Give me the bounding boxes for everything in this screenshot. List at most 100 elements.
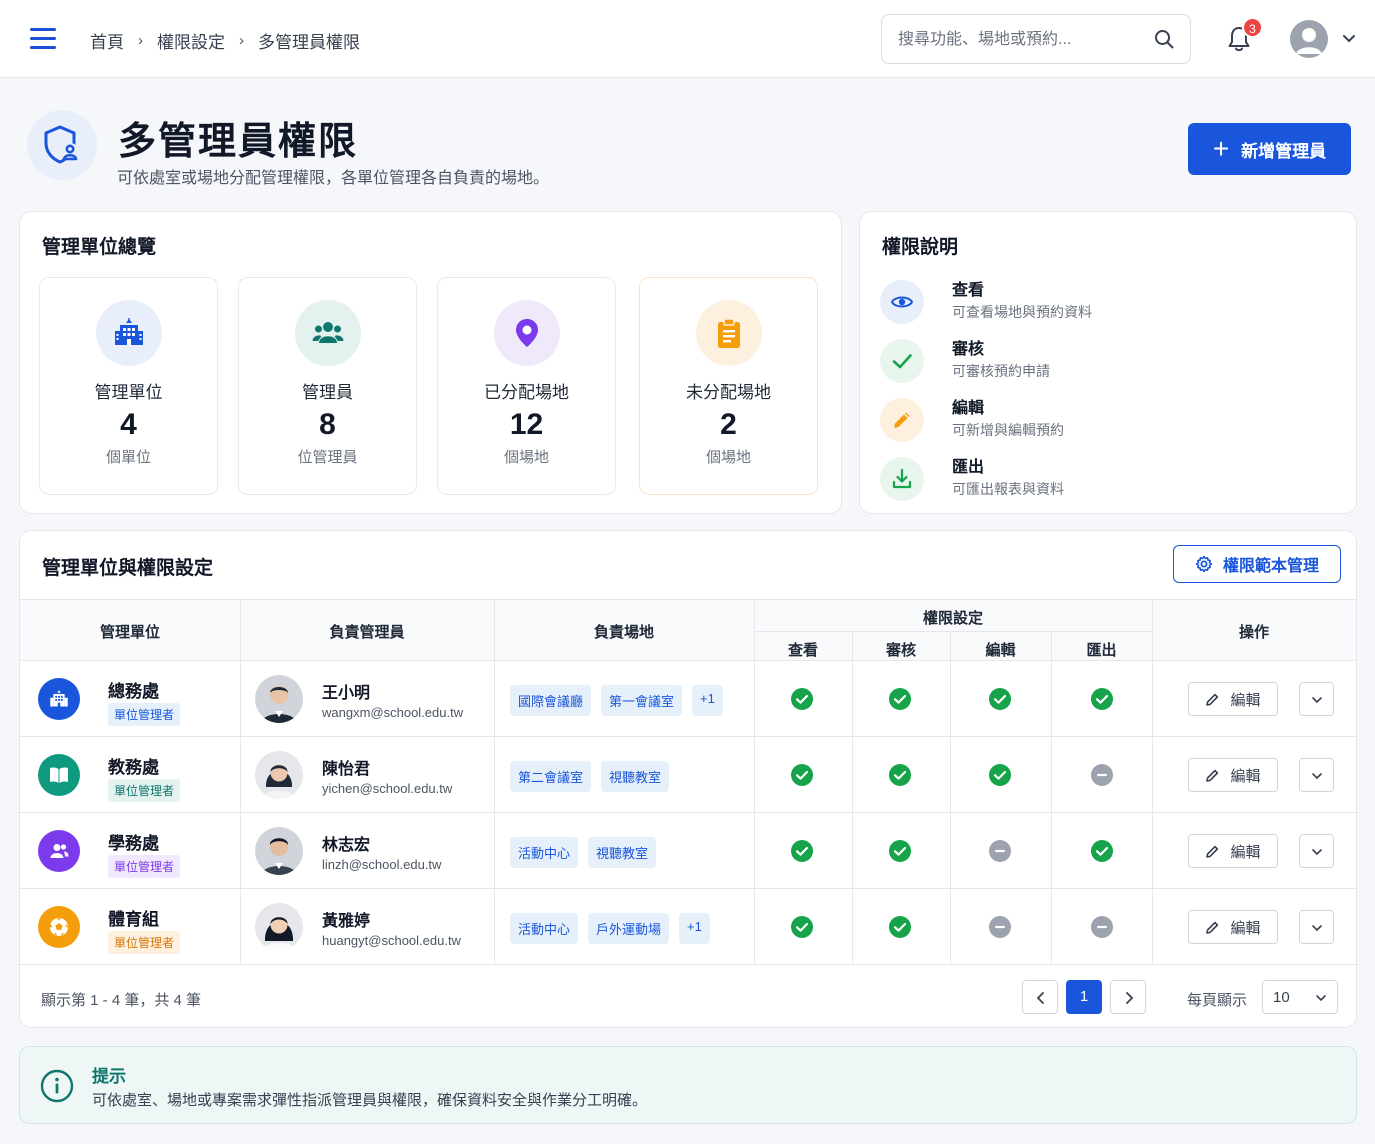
- row-dropdown-button[interactable]: [1299, 758, 1334, 792]
- check-circle-icon[interactable]: [1091, 688, 1113, 710]
- row-dropdown-button[interactable]: [1299, 834, 1334, 868]
- venue-chip[interactable]: 第二會議室: [510, 761, 592, 792]
- pencil-icon: [1206, 845, 1219, 858]
- breadcrumb-home[interactable]: 首頁: [90, 28, 124, 53]
- permission-view: 查看 可查看場地與預約資料: [880, 274, 1340, 330]
- check-circle-icon[interactable]: [791, 840, 813, 862]
- building-icon: [96, 300, 162, 366]
- unit-name: 教務處: [108, 758, 159, 777]
- top-bar: 首頁 › 權限設定 › 多管理員權限 3: [0, 0, 1375, 78]
- breadcrumb-current: 多管理員權限: [258, 33, 360, 52]
- check-circle-icon[interactable]: [791, 688, 813, 710]
- add-admin-button[interactable]: + 新增管理員: [1188, 123, 1351, 175]
- chevron-down-icon: [1312, 849, 1322, 856]
- breadcrumb-permission-settings[interactable]: 權限設定: [157, 28, 225, 53]
- gear-icon: [1195, 555, 1213, 573]
- chevron-left-icon: [1036, 992, 1044, 1004]
- stat-unit: 個場地: [503, 449, 549, 466]
- minus-circle-icon[interactable]: [989, 840, 1011, 862]
- per-page-label: 每頁顯示: [1187, 992, 1248, 1009]
- permission-name: 匯出: [952, 459, 985, 476]
- table-row: 教務處 單位管理者 陳怡君 yichen@school.edu.tw 第二會議室…: [20, 737, 1356, 813]
- th-actions: 操作: [1238, 624, 1269, 641]
- table-header: 管理單位 負責管理員 負責場地 權限設定 查看 審核 編輯 匯出 操作: [20, 599, 1356, 661]
- user-menu[interactable]: [1290, 20, 1360, 58]
- add-admin-label: 新增管理員: [1241, 141, 1327, 161]
- table-row: 體育組 單位管理者 黃雅婷 huangyt@school.edu.tw 活動中心…: [20, 889, 1356, 965]
- unit-name: 學務處: [108, 834, 159, 853]
- th-view: 查看: [787, 642, 818, 659]
- check-circle-icon[interactable]: [889, 688, 911, 710]
- venue-chip[interactable]: 第一會議室: [601, 685, 683, 716]
- manager-email: yichen@school.edu.tw: [322, 781, 453, 796]
- check-circle-icon[interactable]: [791, 916, 813, 938]
- search-icon[interactable]: [1154, 29, 1174, 49]
- row-dropdown-button[interactable]: [1299, 682, 1334, 716]
- stat-value: 8: [319, 408, 336, 441]
- edit-button[interactable]: 編輯: [1188, 758, 1278, 792]
- notification-badge: 3: [1242, 17, 1263, 38]
- per-page-select[interactable]: 10: [1262, 980, 1338, 1014]
- permission-name: 審核: [952, 341, 985, 358]
- prev-page-button[interactable]: [1022, 980, 1058, 1014]
- per-page-value: 10: [1273, 989, 1290, 1006]
- edit-button[interactable]: 編輯: [1188, 910, 1278, 944]
- venue-chip[interactable]: 視聽教室: [601, 761, 670, 792]
- row-dropdown-button[interactable]: [1299, 910, 1334, 944]
- venue-chip[interactable]: 視聽教室: [588, 837, 657, 868]
- venue-more-chip[interactable]: +1: [679, 913, 710, 944]
- unit-name: 體育組: [108, 910, 159, 929]
- th-edit: 編輯: [985, 642, 1016, 659]
- minus-circle-icon[interactable]: [989, 916, 1011, 938]
- search-input[interactable]: [898, 27, 1148, 53]
- stat-value: 4: [120, 408, 137, 441]
- stat-unit: 個場地: [705, 449, 751, 466]
- stat-units: 管理單位 4 個單位: [39, 277, 218, 495]
- edit-button[interactable]: 編輯: [1188, 834, 1278, 868]
- minus-circle-icon[interactable]: [1091, 916, 1113, 938]
- tip-title: 提示: [92, 1067, 126, 1086]
- th-venues: 負責場地: [593, 624, 654, 641]
- venue-chip[interactable]: 活動中心: [510, 837, 579, 868]
- permission-desc: 可審核預約申請: [952, 363, 1050, 379]
- edit-label: 編輯: [1230, 843, 1261, 861]
- venue-chip[interactable]: 國際會議廳: [510, 685, 592, 716]
- venue-chip[interactable]: 活動中心: [510, 913, 579, 944]
- stat-label: 管理員: [302, 383, 353, 402]
- pagination-info: 顯示第 1 - 4 筆，共 4 筆: [41, 992, 202, 1009]
- venue-more-chip[interactable]: +1: [692, 685, 723, 716]
- stat-unit: 個單位: [105, 449, 151, 466]
- permission-legend-title: 權限說明: [882, 237, 959, 258]
- table-row: 學務處 單位管理者 林志宏 linzh@school.edu.tw 活動中心 視…: [20, 813, 1356, 889]
- page-1-button[interactable]: 1: [1066, 980, 1102, 1014]
- header-divider: [754, 631, 1152, 632]
- menu-icon[interactable]: [30, 28, 56, 50]
- check-circle-icon[interactable]: [889, 840, 911, 862]
- permission-template-button[interactable]: 權限範本管理: [1173, 545, 1341, 583]
- pencil-icon: [1206, 693, 1219, 706]
- stat-label: 已分配場地: [484, 383, 569, 402]
- role-badge: 單位管理者: [108, 931, 181, 954]
- permission-name: 查看: [952, 282, 985, 299]
- next-page-button[interactable]: [1110, 980, 1146, 1014]
- edit-button[interactable]: 編輯: [1188, 682, 1278, 716]
- unit-name: 總務處: [108, 682, 159, 701]
- manager-name: 陳怡君: [322, 761, 371, 778]
- check-circle-icon[interactable]: [989, 764, 1011, 786]
- pencil-icon: [1206, 769, 1219, 782]
- minus-circle-icon[interactable]: [1091, 764, 1113, 786]
- manager-photo: [255, 827, 303, 875]
- venue-chip[interactable]: 戶外運動場: [588, 913, 670, 944]
- check-circle-icon[interactable]: [889, 916, 911, 938]
- tip-box: 提示 可依處室、場地或專案需求彈性指派管理員與權限，確保資料安全與作業分工明確。: [19, 1046, 1357, 1124]
- check-circle-icon[interactable]: [791, 764, 813, 786]
- th-unit: 管理單位: [99, 624, 160, 641]
- manager-photo: [255, 903, 303, 951]
- stat-unit: 位管理員: [297, 449, 358, 466]
- check-circle-icon[interactable]: [1091, 840, 1113, 862]
- permission-desc: 可新增與編輯預約: [952, 422, 1064, 438]
- search-box: [881, 14, 1191, 64]
- check-circle-icon[interactable]: [989, 688, 1011, 710]
- th-manager: 負責管理員: [329, 624, 405, 641]
- check-circle-icon[interactable]: [889, 764, 911, 786]
